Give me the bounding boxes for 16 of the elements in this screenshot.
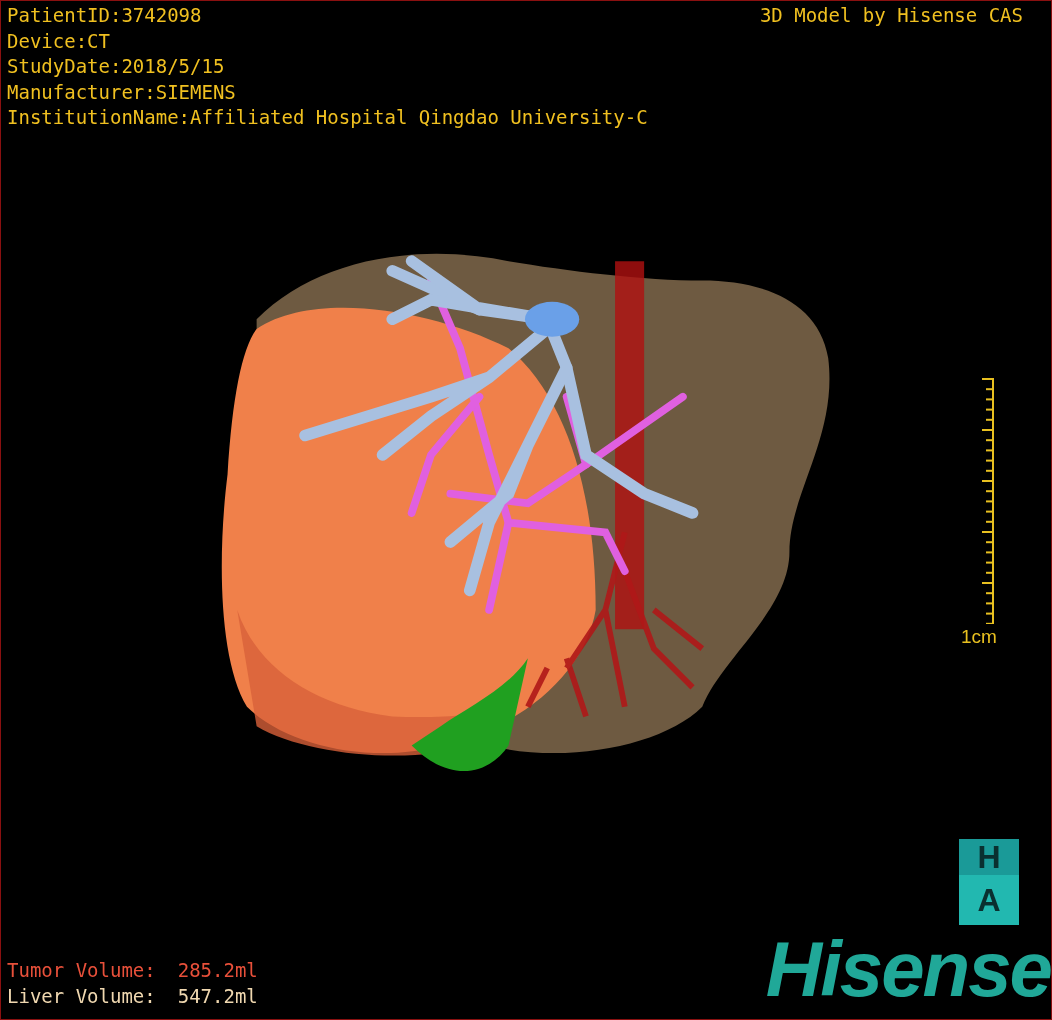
patient-info-text: InstitutionName:Affiliated Hospital Qingdao University-C	[7, 105, 648, 130]
patient-info-text: StudyDate:2018/5/15	[7, 54, 225, 79]
patient-info-text: PatientID:3742098	[7, 3, 202, 28]
brand-logo: Hisense	[765, 929, 1051, 1009]
scale-label: 1cm	[961, 626, 997, 648]
cube-front-face: A	[959, 875, 1019, 925]
viewer-title: 3D Model by Hisense CAS	[759, 3, 1023, 28]
scale-ruler-icon	[981, 378, 994, 624]
cube-top-face: H	[959, 839, 1019, 875]
volume-label: Liver Volume:	[7, 984, 156, 1009]
orientation-cube[interactable]: H A	[959, 839, 1019, 925]
patient-info-text: Device:CT	[7, 28, 110, 54]
patient-info-text: Manufacturer:SIEMENS	[7, 79, 236, 105]
volume-label: Tumor Volume:	[7, 958, 156, 983]
volume-value: 285.2ml	[177, 958, 258, 983]
volume-value: 547.2ml	[177, 984, 258, 1009]
